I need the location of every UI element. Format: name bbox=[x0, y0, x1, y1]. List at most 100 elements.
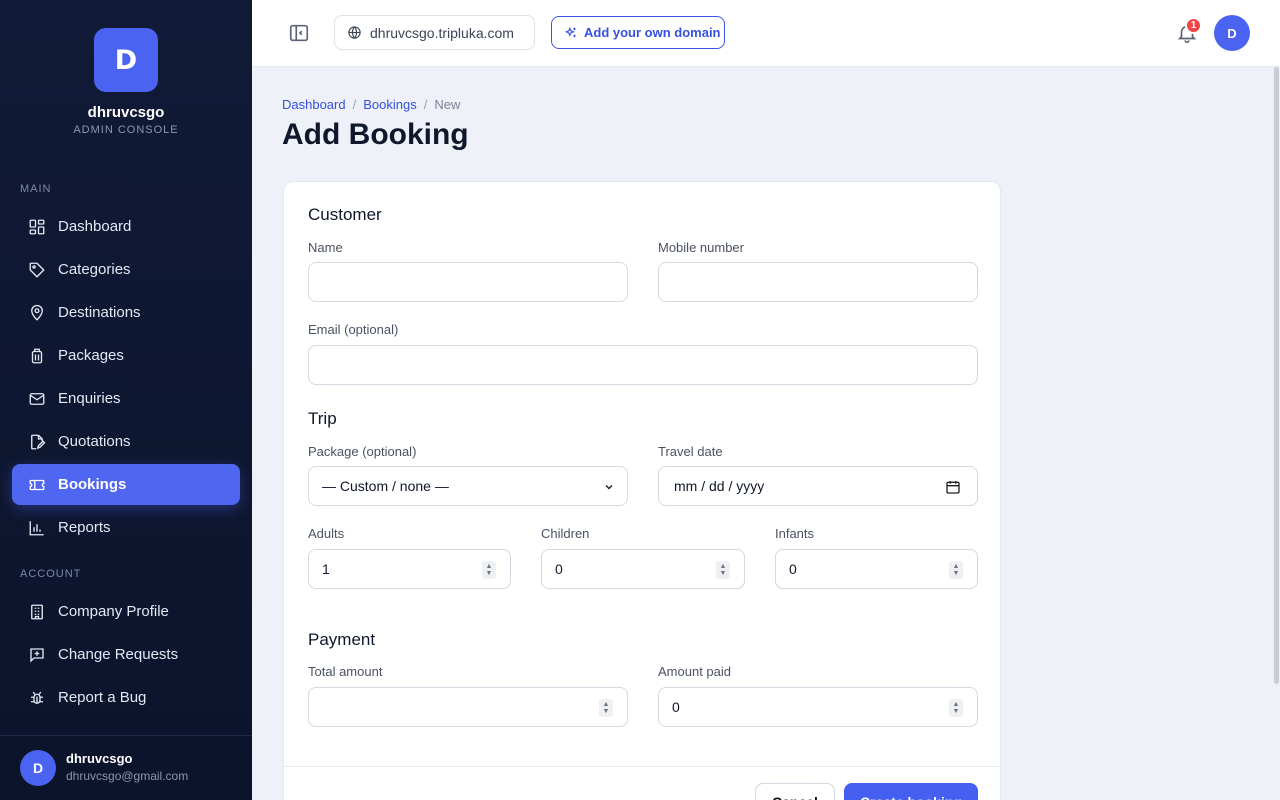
section-heading-customer: Customer bbox=[308, 205, 382, 224]
page-title: Add Booking bbox=[282, 118, 469, 151]
chevron-down-icon bbox=[605, 484, 613, 490]
sidebar: D dhruvcsgo ADMIN CONSOLE MAIN Dashboard… bbox=[0, 0, 252, 800]
sidebar-item-label: Destinations bbox=[58, 304, 141, 321]
children-label: Children bbox=[541, 526, 590, 541]
sidebar-item-change-requests[interactable]: Change Requests bbox=[12, 634, 240, 675]
spinner-arrows-icon[interactable]: ▲ ▼ bbox=[949, 699, 963, 717]
package-label: Package (optional) bbox=[308, 444, 417, 459]
breadcrumb-separator: / bbox=[352, 97, 357, 112]
sidebar-user-email: dhruvcsgo@gmail.com bbox=[66, 769, 189, 783]
email-input[interactable] bbox=[308, 345, 978, 385]
infants-value: 0 bbox=[789, 561, 797, 577]
travel-date-label: Travel date bbox=[658, 444, 723, 459]
breadcrumb-separator: / bbox=[423, 97, 428, 112]
sidebar-item-quotations[interactable]: Quotations bbox=[12, 421, 240, 462]
amount-paid-value: 0 bbox=[672, 699, 680, 715]
sidebar-item-packages[interactable]: Packages bbox=[12, 335, 240, 376]
add-domain-button[interactable]: Add your own domain bbox=[551, 16, 725, 49]
ticket-icon bbox=[29, 479, 45, 490]
name-input[interactable] bbox=[308, 262, 628, 302]
mobile-label: Mobile number bbox=[658, 240, 744, 255]
dashboard-icon bbox=[29, 219, 45, 234]
card-footer-divider bbox=[284, 766, 1000, 767]
spinner-arrows-icon[interactable]: ▲ ▼ bbox=[949, 561, 963, 579]
sidebar-item-label: Report a Bug bbox=[58, 689, 147, 706]
bar-chart-icon bbox=[29, 520, 44, 535]
sidebar-item-label: Packages bbox=[58, 347, 124, 364]
sidebar-item-label: Reports bbox=[58, 519, 111, 536]
sparkles-icon bbox=[564, 26, 576, 37]
breadcrumb-current: New bbox=[434, 97, 461, 112]
amount-paid-input[interactable]: 0 ▲ ▼ bbox=[658, 687, 978, 727]
infants-stepper[interactable]: 0 ▲ ▼ bbox=[775, 549, 978, 589]
travel-date-placeholder: mm / dd / yyyy bbox=[674, 478, 765, 494]
breadcrumb: Dashboard / Bookings / New bbox=[282, 97, 460, 112]
booking-form-card: Customer Name Mobile number Email (optio… bbox=[283, 181, 1001, 800]
luggage-icon bbox=[31, 348, 43, 363]
section-label-account: ACCOUNT bbox=[20, 568, 82, 580]
package-select-value: — Custom / none — bbox=[322, 478, 449, 494]
brand-name: dhruvcsgo bbox=[87, 104, 165, 121]
sidebar-divider bbox=[0, 735, 252, 736]
name-label: Name bbox=[308, 240, 343, 255]
breadcrumb-bookings[interactable]: Bookings bbox=[363, 97, 416, 112]
sidebar-item-label: Bookings bbox=[58, 476, 127, 493]
avatar[interactable]: D bbox=[1214, 15, 1250, 51]
total-amount-input[interactable]: ▲ ▼ bbox=[308, 687, 628, 727]
cancel-button[interactable]: Cancel bbox=[755, 783, 835, 800]
bug-icon bbox=[31, 691, 43, 704]
file-edit-icon bbox=[31, 434, 46, 449]
travel-date-input[interactable]: mm / dd / yyyy bbox=[658, 466, 978, 506]
section-heading-trip: Trip bbox=[308, 409, 337, 428]
package-select[interactable]: — Custom / none — bbox=[308, 466, 628, 506]
infants-label: Infants bbox=[775, 526, 815, 541]
add-domain-label: Add your own domain bbox=[584, 25, 721, 40]
sidebar-item-enquiries[interactable]: Enquiries bbox=[12, 378, 240, 419]
children-stepper[interactable]: 0 ▲ ▼ bbox=[541, 549, 745, 589]
section-heading-payment: Payment bbox=[308, 630, 376, 649]
sidebar-item-dashboard[interactable]: Dashboard bbox=[12, 206, 240, 247]
calendar-icon[interactable] bbox=[945, 479, 961, 495]
building-icon bbox=[31, 604, 43, 619]
mobile-input[interactable] bbox=[658, 262, 978, 302]
sidebar-item-label: Company Profile bbox=[58, 603, 169, 620]
spinner-arrows-icon[interactable]: ▲ ▼ bbox=[599, 699, 613, 717]
sidebar-item-categories[interactable]: Categories bbox=[12, 249, 240, 290]
sidebar-user-name: dhruvcsgo bbox=[66, 751, 133, 766]
create-booking-button[interactable]: Create booking bbox=[844, 783, 978, 800]
breadcrumb-dashboard[interactable]: Dashboard bbox=[282, 97, 346, 112]
notification-badge: 1 bbox=[1185, 17, 1202, 34]
domain-link[interactable]: dhruvcsgo.tripluka.com bbox=[334, 15, 535, 50]
email-label: Email (optional) bbox=[308, 322, 399, 337]
map-pin-icon bbox=[31, 304, 43, 321]
brand-logo: D bbox=[94, 28, 158, 92]
sidebar-item-label: Enquiries bbox=[58, 390, 121, 407]
adults-stepper[interactable]: 1 ▲ ▼ bbox=[308, 549, 511, 589]
topbar: dhruvcsgo.tripluka.com Add your own doma… bbox=[252, 0, 1280, 67]
total-amount-label: Total amount bbox=[308, 664, 383, 679]
sidebar-item-reports[interactable]: Reports bbox=[12, 507, 240, 548]
tag-icon bbox=[29, 262, 45, 278]
section-label-main: MAIN bbox=[20, 183, 52, 195]
brand-subtitle: ADMIN CONSOLE bbox=[73, 124, 179, 136]
sidebar-item-label: Change Requests bbox=[58, 646, 179, 663]
sidebar-item-label: Categories bbox=[58, 261, 131, 278]
mail-icon bbox=[29, 392, 45, 405]
children-value: 0 bbox=[555, 561, 563, 577]
message-plus-icon bbox=[30, 647, 44, 663]
amount-paid-label: Amount paid bbox=[658, 664, 731, 679]
domain-text: dhruvcsgo.tripluka.com bbox=[370, 24, 514, 41]
globe-icon bbox=[348, 26, 361, 39]
spinner-arrows-icon[interactable]: ▲ ▼ bbox=[482, 561, 496, 579]
sidebar-item-bookings[interactable]: Bookings bbox=[12, 464, 240, 505]
sidebar-collapse-icon[interactable] bbox=[288, 22, 310, 44]
spinner-arrows-icon[interactable]: ▲ ▼ bbox=[716, 561, 730, 579]
avatar[interactable]: D bbox=[20, 750, 56, 786]
scrollbar-thumb[interactable] bbox=[1274, 67, 1279, 684]
adults-value: 1 bbox=[322, 561, 330, 577]
sidebar-item-destinations[interactable]: Destinations bbox=[12, 292, 240, 333]
sidebar-item-report-bug[interactable]: Report a Bug bbox=[12, 677, 240, 718]
sidebar-item-label: Dashboard bbox=[58, 218, 132, 235]
sidebar-item-label: Quotations bbox=[58, 433, 131, 450]
sidebar-item-company-profile[interactable]: Company Profile bbox=[12, 591, 240, 632]
